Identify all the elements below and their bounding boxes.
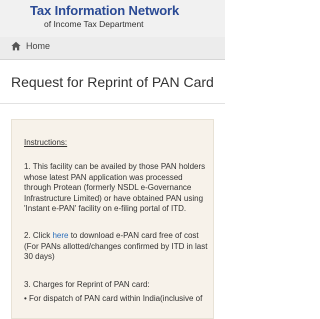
instructions-heading: Instructions:	[24, 138, 68, 147]
site-subtitle: of Income Tax Department	[44, 19, 144, 29]
instruction-item-1: 1. This facility can be availed by those…	[24, 162, 206, 213]
home-link[interactable]: Home	[11, 41, 50, 51]
title-divider	[0, 103, 225, 104]
page-title: Request for Reprint of PAN Card	[11, 74, 214, 90]
instruction-item-3-heading: 3. Charges for Reprint of PAN card:	[24, 280, 150, 289]
site-header: Tax Information Network of Income Tax De…	[0, 0, 225, 37]
home-label: Home	[26, 41, 51, 51]
instruction-item-3-bullet: • For dispatch of PAN card within India(…	[24, 293, 203, 303]
instructions-panel: Instructions: 1. This facility can be av…	[11, 119, 214, 319]
instruction-item-2: 2. Click here to download e-PAN card fre…	[24, 231, 208, 263]
breadcrumb-bar: Home	[0, 37, 225, 60]
home-icon	[11, 41, 21, 51]
instruction-item-3: 3. Charges for Reprint of PAN card: • Fo…	[24, 280, 208, 304]
instruction-item-2-text-before: 2. Click	[24, 231, 53, 240]
site-title: Tax Information Network	[30, 3, 180, 18]
download-e-pan-link[interactable]: here	[52, 231, 68, 240]
